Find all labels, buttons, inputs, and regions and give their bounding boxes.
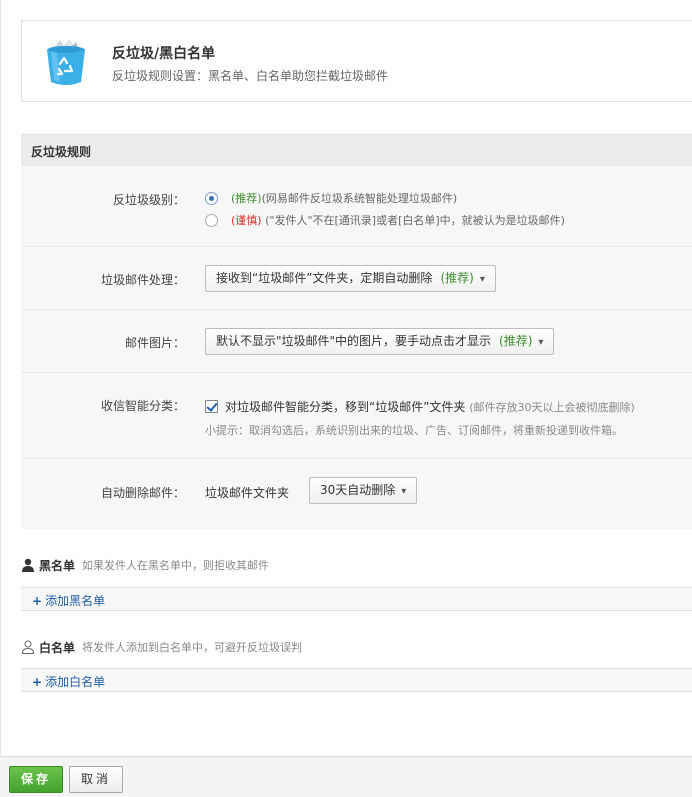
page-title: 反垃圾/黑白名单 — [112, 46, 216, 62]
spam-handling-value: 接收到“垃圾邮件”文件夹，定期自动删除 — [216, 271, 433, 285]
rule-row-spam-handling: 垃圾邮件处理： 接收到“垃圾邮件”文件夹，定期自动删除 (推荐) ▾ — [21, 247, 692, 310]
auto-delete-value: 30天自动删除 — [320, 483, 396, 497]
level-option-cautious[interactable]: (谨慎) ("发件人"不在[通讯录]或者[白名单]中，就被认为是垃圾邮件) — [205, 213, 685, 235]
radio-button-checked[interactable] — [205, 192, 218, 205]
person-outline-icon — [21, 640, 35, 654]
cancel-button[interactable]: 取消 — [69, 766, 123, 793]
blacklist-title: 黑名单 — [39, 559, 76, 573]
smart-classify-text: 对垃圾邮件智能分类，移到“垃圾邮件”文件夹 — [225, 400, 466, 414]
recommended-tag: (推荐) — [231, 192, 262, 205]
spam-handling-label: 垃圾邮件处理： — [100, 273, 185, 287]
smart-classify-note: (邮件存放30天以上会被彻底删除) — [469, 401, 635, 414]
recycle-bin-icon — [44, 38, 88, 86]
page-subtitle: 反垃圾规则设置：黑名单、白名单助您拦截垃圾邮件 — [112, 69, 389, 83]
left-border — [0, 0, 1, 797]
chevron-down-icon: ▾ — [538, 337, 544, 348]
level-label: 反垃圾级别： — [112, 193, 185, 207]
add-blacklist-label: 添加黑名单 — [45, 594, 106, 608]
level-options: (推荐)(网易邮件反垃圾系统智能处理垃圾邮件) (谨慎) ("发件人"不在[通讯… — [205, 191, 685, 235]
plus-icon: + — [32, 675, 43, 689]
add-whitelist-link[interactable]: + 添加白名单 — [32, 673, 105, 690]
header-card: 反垃圾/黑白名单 反垃圾规则设置：黑名单、白名单助您拦截垃圾邮件 — [21, 20, 692, 102]
level-option-text: ("发件人"不在[通讯录]或者[白名单]中，就被认为是垃圾邮件) — [261, 214, 565, 227]
rules-section-header: 反垃圾规则 — [21, 134, 692, 166]
smart-classify-checkbox[interactable] — [205, 400, 218, 413]
smart-classify-tip: 小提示：取消勾选后，系统识别出来的垃圾、广告、订阅邮件，将重新投递到收件箱。 — [205, 424, 623, 437]
spam-handling-select[interactable]: 接收到“垃圾邮件”文件夹，定期自动删除 (推荐) ▾ — [205, 265, 496, 292]
whitelist-desc: 将发件人添加到白名单中，可避开反垃圾误判 — [82, 641, 302, 654]
recommended-tag: (推荐) — [440, 271, 474, 285]
rules-panel: 反垃圾级别： (推荐)(网易邮件反垃圾系统智能处理垃圾邮件) (谨慎) ("发件… — [21, 166, 692, 529]
level-option-text: (网易邮件反垃圾系统智能处理垃圾邮件) — [261, 192, 458, 205]
blacklist-add-bar: + 添加黑名单 — [21, 587, 692, 611]
rule-row-spam-images: 邮件图片： 默认不显示"垃圾邮件"中的图片，要手动点击才显示 (推荐) ▾ — [21, 310, 692, 373]
level-option-recommended[interactable]: (推荐)(网易邮件反垃圾系统智能处理垃圾邮件) — [205, 191, 685, 213]
recommended-tag: (推荐) — [499, 334, 533, 348]
rule-row-smart-classify: 收信智能分类： 对垃圾邮件智能分类，移到“垃圾邮件”文件夹 (邮件存放30天以上… — [21, 373, 692, 459]
anti-spam-settings-page: 反垃圾/黑白名单 反垃圾规则设置：黑名单、白名单助您拦截垃圾邮件 反垃圾规则 反… — [0, 0, 692, 797]
plus-icon: + — [32, 594, 43, 608]
whitelist-header: 白名单 将发件人添加到白名单中，可避开反垃圾误判 — [21, 638, 681, 656]
footer-toolbar: 保存 取消 — [0, 756, 692, 797]
cautious-tag: (谨慎) — [231, 214, 262, 227]
save-button[interactable]: 保存 — [9, 766, 63, 793]
spam-images-value: 默认不显示"垃圾邮件"中的图片，要手动点击才显示 — [216, 334, 492, 348]
blacklist-header: 黑名单 如果发件人在黑名单中，则拒收其邮件 — [21, 556, 681, 574]
add-blacklist-link[interactable]: + 添加黑名单 — [32, 592, 105, 609]
spam-images-label: 邮件图片： — [124, 336, 185, 350]
blacklist-desc: 如果发件人在黑名单中，则拒收其邮件 — [82, 559, 269, 572]
auto-delete-folder: 垃圾邮件文件夹 — [205, 486, 290, 500]
chevron-down-icon: ▾ — [401, 486, 407, 497]
rule-row-auto-delete: 自动删除邮件： 垃圾邮件文件夹 30天自动删除 ▾ — [21, 459, 692, 529]
smart-classify-label: 收信智能分类： — [100, 399, 185, 413]
auto-delete-label: 自动删除邮件： — [100, 486, 185, 500]
spam-images-select[interactable]: 默认不显示"垃圾邮件"中的图片，要手动点击才显示 (推荐) ▾ — [205, 328, 555, 355]
whitelist-title: 白名单 — [39, 641, 76, 655]
radio-button[interactable] — [205, 214, 218, 227]
auto-delete-select[interactable]: 30天自动删除 ▾ — [309, 477, 418, 504]
rule-row-level: 反垃圾级别： (推荐)(网易邮件反垃圾系统智能处理垃圾邮件) (谨慎) ("发件… — [21, 166, 692, 247]
whitelist-add-bar: + 添加白名单 — [21, 668, 692, 692]
chevron-down-icon: ▾ — [479, 274, 485, 285]
rules-section-title: 反垃圾规则 — [31, 145, 92, 159]
person-filled-icon — [22, 558, 34, 572]
add-whitelist-label: 添加白名单 — [45, 675, 106, 689]
